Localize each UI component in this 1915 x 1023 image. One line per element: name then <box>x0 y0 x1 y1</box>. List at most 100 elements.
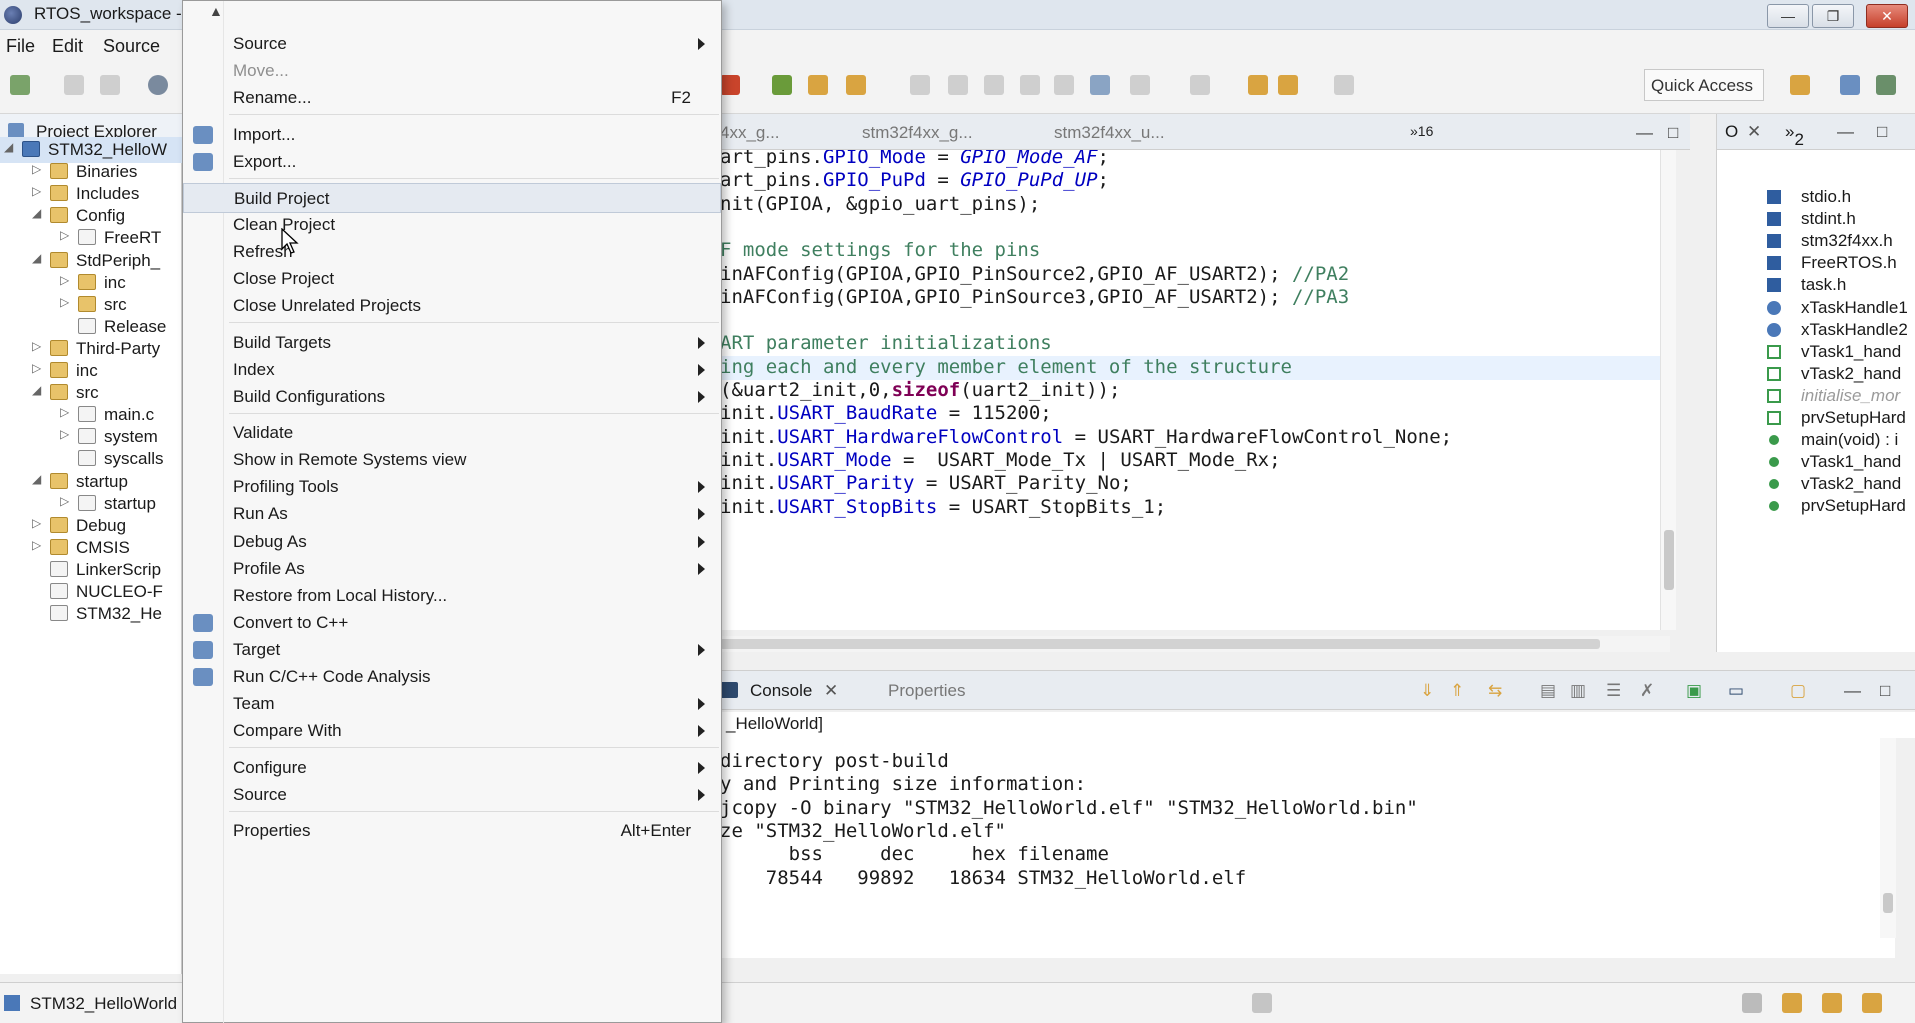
minimize-button[interactable]: — <box>1767 4 1809 28</box>
expand-icon[interactable]: ▷ <box>32 361 41 375</box>
outline-tab-overflow[interactable]: » 2 <box>1785 122 1804 149</box>
pin-icon[interactable] <box>1090 75 1110 95</box>
close-icon[interactable]: ✕ <box>824 681 838 701</box>
collapse-icon[interactable]: ◢ <box>32 472 41 486</box>
menu-edit[interactable]: Edit <box>52 36 83 57</box>
menu-item-compare-with[interactable]: Compare With <box>183 716 721 746</box>
scroll-thumb[interactable] <box>1883 893 1893 913</box>
copy-icon[interactable]: ▤ <box>1540 681 1556 701</box>
menu-item-team[interactable]: Team <box>183 689 721 719</box>
menu-item-build-project[interactable]: Build Project <box>183 182 721 213</box>
collapse-icon[interactable]: ◢ <box>32 251 41 265</box>
next-annotation-icon[interactable] <box>1130 75 1150 95</box>
tree-item[interactable]: STM32_He <box>0 601 182 627</box>
status-icon[interactable] <box>1862 993 1882 1013</box>
close-window-button[interactable]: ✕ <box>1866 4 1908 28</box>
expand-icon[interactable]: ▷ <box>32 162 41 176</box>
menu-item-build-targets[interactable]: Build Targets <box>183 328 721 358</box>
menu-item-close-project[interactable]: Close Project <box>183 264 721 294</box>
expand-icon[interactable]: ▷ <box>60 228 69 242</box>
toggle-block-icon[interactable] <box>984 75 1004 95</box>
menu-item-profile-as[interactable]: Profile As <box>183 554 721 584</box>
menu-item-refresh[interactable]: Refresh <box>183 237 721 267</box>
toggle-word-wrap-icon[interactable] <box>1020 75 1040 95</box>
scroll-lock-icon[interactable]: ⇆ <box>1488 681 1502 701</box>
c-cpp-perspective-icon[interactable] <box>1840 75 1860 95</box>
console-output[interactable]: directory post-build y and Printing size … <box>720 738 1895 958</box>
menu-item-convert-to-c[interactable]: Convert to C++ <box>183 608 721 638</box>
scroll-thumb[interactable] <box>1664 530 1674 590</box>
restore-button[interactable]: ❐ <box>1812 4 1854 28</box>
expand-icon[interactable]: ▷ <box>60 295 69 309</box>
editor-horizontal-scrollbar[interactable] <box>720 636 1670 652</box>
menu-item-move[interactable]: Move... <box>183 56 721 86</box>
settings-icon[interactable] <box>148 75 168 95</box>
status-icon[interactable] <box>1822 993 1842 1013</box>
menu-item-clean-project[interactable]: Clean Project <box>183 210 721 240</box>
status-icon[interactable] <box>1782 993 1802 1013</box>
menu-item-source[interactable]: Source <box>183 29 721 59</box>
console-vertical-scrollbar[interactable] <box>1880 738 1896 938</box>
maximize-console-icon[interactable]: □ <box>1880 681 1890 701</box>
console-tab[interactable]: Console <box>750 681 812 701</box>
menu-item-index[interactable]: Index <box>183 355 721 385</box>
scroll-up-icon[interactable]: ⇑ <box>1450 681 1464 701</box>
editor-tab[interactable]: stm32f4xx_u... <box>1054 123 1165 143</box>
editor-tab[interactable]: stm32f4xx_g... <box>862 123 973 143</box>
last-edit-icon[interactable] <box>1248 75 1268 95</box>
back-icon[interactable] <box>1278 75 1298 95</box>
maximize-outline-icon[interactable]: □ <box>1877 122 1887 142</box>
status-icon[interactable] <box>1252 993 1272 1013</box>
close-icon[interactable]: ✕ <box>1747 122 1761 142</box>
save-icon[interactable] <box>64 75 84 95</box>
maximize-editor-icon[interactable]: □ <box>1668 123 1678 143</box>
more-tabs-indicator[interactable]: »16 <box>1410 123 1433 139</box>
menu-item-debug-as[interactable]: Debug As <box>183 527 721 557</box>
menu-item-close-unrelated-projects[interactable]: Close Unrelated Projects <box>183 291 721 321</box>
minimize-console-icon[interactable]: — <box>1844 681 1861 701</box>
search-icon[interactable] <box>846 75 866 95</box>
debug-perspective-icon[interactable] <box>1876 75 1896 95</box>
save-all-icon[interactable] <box>100 75 120 95</box>
expand-icon[interactable]: ▷ <box>60 427 69 441</box>
status-icon[interactable] <box>1742 993 1762 1013</box>
menu-item-export[interactable]: Export... <box>183 147 721 177</box>
show-whitespace-icon[interactable] <box>1054 75 1074 95</box>
menu-item-rename[interactable]: Rename... F2 <box>183 83 721 113</box>
menu-item-target[interactable]: Target <box>183 635 721 665</box>
forward-icon[interactable] <box>1334 75 1354 95</box>
pin-console-icon[interactable]: ▥ <box>1570 681 1586 701</box>
expand-icon[interactable]: ▷ <box>32 538 41 552</box>
scroll-thumb[interactable] <box>720 639 1600 649</box>
menu-item-run-as[interactable]: Run As <box>183 499 721 529</box>
menu-item-configure[interactable]: Configure <box>183 753 721 783</box>
open-console-icon[interactable]: ▢ <box>1790 681 1806 701</box>
scroll-down-icon[interactable]: ⇓ <box>1420 681 1434 701</box>
open-folder-icon[interactable] <box>808 75 828 95</box>
open-type-icon[interactable] <box>772 75 792 95</box>
previous-annotation-icon[interactable] <box>1190 75 1210 95</box>
display-console-icon[interactable]: ▭ <box>1728 681 1744 701</box>
collapse-icon[interactable]: ◢ <box>4 140 13 154</box>
menu-item-properties[interactable]: Properties Alt+Enter <box>183 816 721 846</box>
remove-launch-icon[interactable]: ✗ <box>1640 681 1654 701</box>
editor-tab[interactable]: 4xx_g... <box>720 123 780 143</box>
new-console-icon[interactable]: ▣ <box>1686 681 1702 701</box>
annotation-icon[interactable] <box>910 75 930 95</box>
mark-occurrences-icon[interactable] <box>948 75 968 95</box>
minimize-editor-icon[interactable]: — <box>1636 123 1653 143</box>
menu-source[interactable]: Source <box>103 36 160 57</box>
menu-item-restore-from-local-history[interactable]: Restore from Local History... <box>183 581 721 611</box>
collapse-icon[interactable]: ◢ <box>32 383 41 397</box>
collapse-icon[interactable]: ◢ <box>32 206 41 220</box>
quick-access-field[interactable]: Quick Access <box>1644 69 1764 101</box>
expand-icon[interactable]: ▷ <box>32 339 41 353</box>
menu-item-profiling-tools[interactable]: Profiling Tools <box>183 472 721 502</box>
outline-tab[interactable]: O <box>1725 122 1738 142</box>
menu-item-run-c-c-code-analysis[interactable]: Run C/C++ Code Analysis <box>183 662 721 692</box>
expand-icon[interactable]: ▷ <box>32 184 41 198</box>
expand-icon[interactable]: ▷ <box>32 516 41 530</box>
menu-item-build-configurations[interactable]: Build Configurations <box>183 382 721 412</box>
menu-item-import[interactable]: Import... <box>183 120 721 150</box>
code-editor[interactable]: art_pins.GPIO_Mode = GPIO_Mode_AF; art_pi… <box>720 150 1670 630</box>
